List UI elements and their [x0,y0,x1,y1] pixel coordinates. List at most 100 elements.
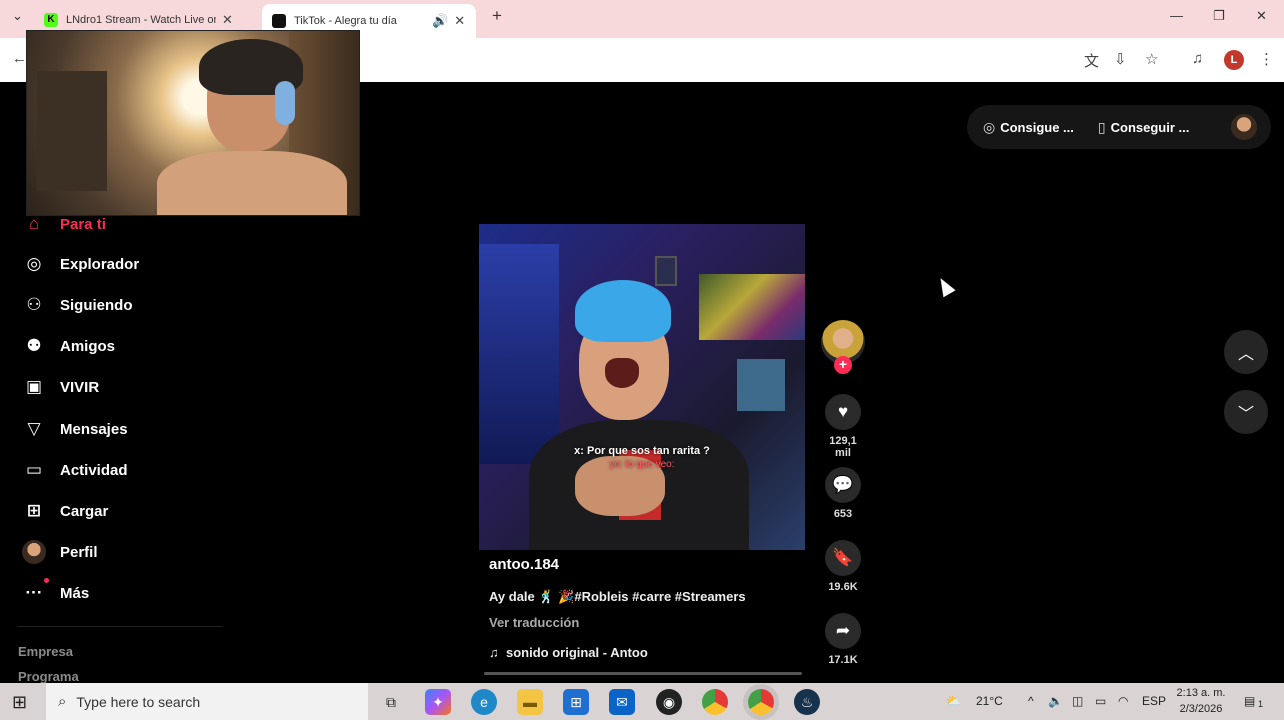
tab-search-chevron-icon[interactable]: ⌄ [12,8,23,24]
compass-icon: ◎ [26,254,42,273]
weather-temp[interactable]: 21°C [976,694,1003,708]
minimize-icon[interactable]: — [1170,8,1183,23]
top-actions-bar: ◎ Consigue ... ▯ Conseguir ... [967,105,1271,149]
previous-video-button[interactable]: ︿ [1224,330,1268,374]
close-tab-icon[interactable]: ✕ [454,13,465,29]
back-icon[interactable]: ← [12,50,27,67]
chrome-icon[interactable] [702,689,728,715]
windows-start-icon[interactable]: ⊞ [12,692,27,713]
video-overlay-text: x: Por que sos tan rarita ? [574,445,710,457]
music-note-icon: ♫ [489,645,499,660]
taskbar-clock[interactable]: 2:13 a. m. 2/3/2026 [1176,685,1226,717]
friends-icon: ⚉ [26,336,42,355]
nav-item-actividad[interactable]: ▭ Actividad [22,458,128,482]
steam-icon[interactable]: ♨ [794,689,820,715]
chevron-down-icon: ﹀ [1237,406,1254,423]
video-progress-bar[interactable] [484,672,802,675]
search-icon: ⌕ [58,693,67,710]
see-translation-link[interactable]: Ver traducción [489,615,579,630]
user-follow-icon: ⚇ [26,295,42,314]
media-control-icon[interactable]: ♫ [1192,50,1203,67]
chrome-active-icon[interactable] [748,689,774,715]
coin-icon: ◎ [983,118,996,135]
weather-icon[interactable]: ⛅ [946,694,961,708]
microsoft-store-icon[interactable]: ⊞ [563,689,589,715]
file-explorer-icon[interactable]: ▬ [517,689,543,715]
nav-item-cargar[interactable]: ⊞ Cargar [22,499,108,523]
get-app-button[interactable]: ▯ Conseguir ... [1098,119,1189,136]
wifi-icon[interactable]: ◠ [1118,694,1128,708]
bookmark-icon[interactable]: 🔖 [825,540,861,576]
copilot-icon[interactable]: ✦ [425,689,451,715]
menu-kebab-icon[interactable]: ⋮ [1259,50,1274,68]
video-player[interactable]: x: Por que sos tan rarita ? yo: lo que v… [479,224,805,550]
comment-count: 653 [833,508,853,520]
share-action: ➦ 17.1K [820,613,866,666]
window-close-icon[interactable]: ✕ [1256,8,1267,24]
share-count: 17.1K [828,654,858,666]
profile-avatar [22,540,46,564]
camera-icon[interactable]: ◫ [1072,694,1083,708]
nav-item-perfil[interactable]: Perfil [22,540,98,564]
nav-item-explorador[interactable]: ◎ Explorador [22,252,140,276]
notification-center-icon[interactable]: ▤ [1244,694,1255,708]
install-app-icon[interactable]: ⇩ [1114,50,1127,68]
translate-icon[interactable]: 文 [1084,50,1099,71]
upload-icon: ⊞ [26,501,42,520]
save-action: 🔖 19.6K [820,540,866,593]
tab-title: TikTok - Alegra tu día [294,15,397,27]
send-icon: ▽ [27,419,41,438]
nav-item-amigos[interactable]: ⚉ Amigos [22,334,115,358]
tab-title: LNdro1 Stream - Watch Live on [66,14,216,26]
sound-link[interactable]: ♫ sonido original - Antoo [489,645,648,660]
taskbar-search-box[interactable]: ⌕ Type here to search [46,683,368,720]
edge-icon[interactable]: e [471,689,497,715]
get-coins-button[interactable]: ◎ Consigue ... [983,119,1074,136]
footer-link-programa[interactable]: Programa [18,669,79,684]
inbox-icon: ▭ [25,460,43,479]
tray-chevron-icon[interactable]: ^ [1028,694,1034,708]
nav-item-mensajes[interactable]: ▽ Mensajes [22,417,127,441]
more-icon: ··· [22,578,49,605]
audio-playing-icon[interactable]: 🔊 [432,13,448,29]
volume-icon[interactable]: 🔈 [1048,694,1063,708]
screen: ⌄ K LNdro1 Stream - Watch Live on ✕ TikT… [0,0,1284,720]
battery-icon[interactable]: ▭ [1095,694,1106,708]
nav-item-vivir[interactable]: ▣ VIVIR [22,375,99,399]
phone-icon: ▯ [1097,118,1106,135]
comment-action: 💬 653 [820,467,866,520]
heart-icon[interactable]: ♥ [825,394,861,430]
language-indicator[interactable]: ESP [1142,694,1166,708]
save-count: 19.6K [828,581,858,593]
live-tv-icon: ▣ [25,377,43,396]
share-icon[interactable]: ➦ [825,613,861,649]
nav-item-siguiendo[interactable]: ⚇ Siguiendo [22,293,132,317]
next-video-button[interactable]: ﹀ [1224,390,1268,434]
user-avatar[interactable] [1231,114,1257,140]
outlook-icon[interactable]: ✉ [609,689,635,715]
nav-item-mas[interactable]: ··· Más [22,578,89,605]
video-author[interactable]: antoo.184 [489,556,559,573]
notification-count: 1 [1258,699,1264,709]
headphones-icon [275,81,295,125]
obs-icon[interactable]: ◉ [656,689,682,715]
close-tab-icon[interactable]: ✕ [222,12,233,28]
comment-icon[interactable]: 💬 [825,467,861,503]
new-tab-button[interactable]: + [492,6,502,26]
chevron-up-icon: ︿ [1237,346,1254,363]
video-overlay-text: yo: lo que veo: [609,459,675,470]
video-caption: Ay dale 🕺 🎉#Robleis #carre #Streamers [489,589,746,604]
tiktok-favicon-icon [272,14,286,28]
profile-avatar[interactable]: L [1224,50,1244,70]
bookmark-star-icon[interactable]: ☆ [1145,50,1158,68]
mouse-cursor-icon [934,274,956,298]
notification-dot [44,578,49,583]
task-view-icon[interactable]: ⧉ [378,689,404,715]
sidebar-divider [18,626,222,627]
restore-icon[interactable]: ❐ [1213,8,1225,24]
like-count: 129,1 mil [829,435,857,459]
footer-link-empresa[interactable]: Empresa [18,644,73,659]
windows-taskbar: ⊞ ⌕ Type here to search ⧉ ✦ e ▬ ⊞ ✉ ◉ ♨ … [0,683,1284,720]
follow-plus-button[interactable]: + [834,356,852,374]
like-action: ♥ 129,1 mil [820,394,866,459]
